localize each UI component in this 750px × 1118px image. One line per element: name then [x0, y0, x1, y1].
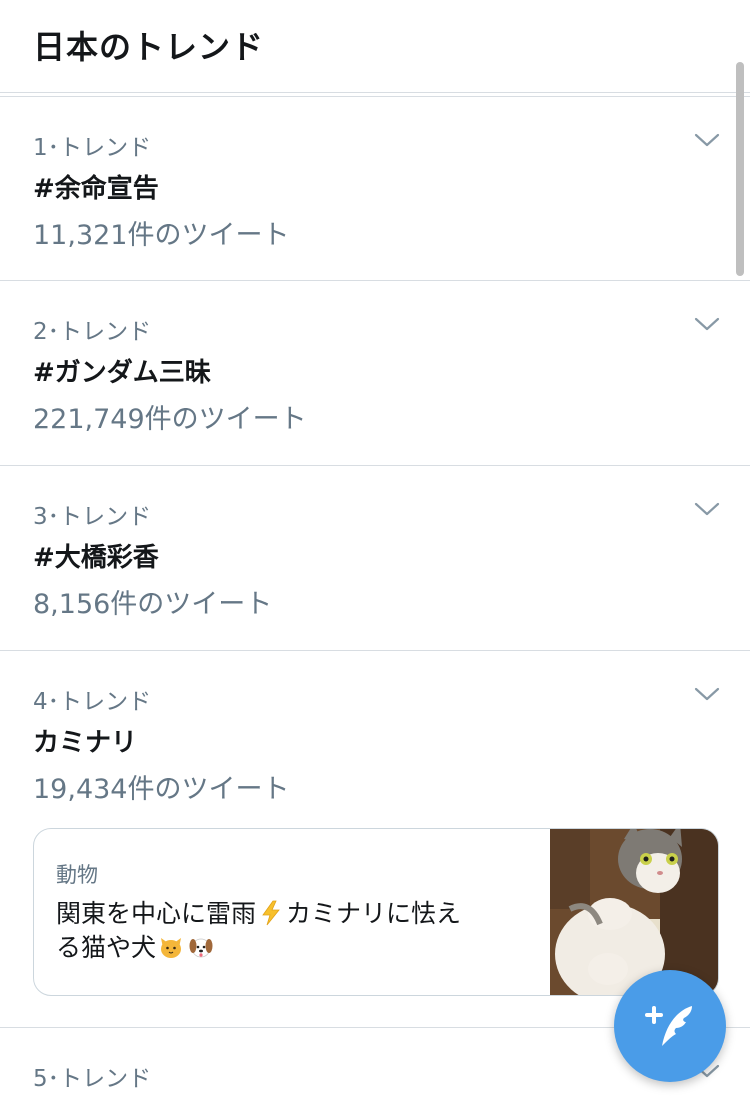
chevron-down-icon[interactable] — [694, 131, 720, 149]
trend-name[interactable]: カミナリ — [33, 722, 137, 759]
trend-rank-label: 1･トレンド — [33, 135, 152, 161]
moment-headline: 関東を中心に雷雨 カミナリに怯え る猫や犬 — [56, 897, 526, 965]
trend-tweet-count: 19,434件のツイート — [33, 774, 290, 805]
dog-face-emoji-icon — [189, 938, 213, 958]
trend-item-3[interactable]: 3･トレンド #大橋彩香 8,156件のツイート — [0, 466, 750, 651]
trend-rank-label: 5･トレンド — [33, 1066, 152, 1092]
moment-category: 動物 — [56, 863, 98, 887]
moment-headline-part: カミナリに怯え — [286, 899, 462, 928]
trend-tweet-count: 8,156件のツイート — [33, 589, 273, 620]
compose-feather-icon — [645, 1006, 692, 1046]
cat-face-emoji-icon — [161, 938, 182, 958]
trend-item-1[interactable]: 1･トレンド #余命宣告 11,321件のツイート — [0, 97, 750, 281]
trend-rank-label: 3･トレンド — [33, 504, 152, 530]
page-title: 日本のトレンド — [33, 28, 265, 66]
moment-headline-part: る猫や犬 — [56, 933, 157, 962]
lightning-emoji-icon — [262, 900, 280, 926]
page-header: 日本のトレンド — [0, 0, 750, 93]
moment-headline-part: 関東を中心に雷雨 — [56, 899, 257, 928]
trend-tweet-count: 11,321件のツイート — [33, 220, 290, 251]
trend-name[interactable]: #ガンダム三昧 — [33, 352, 211, 389]
trend-rank-label: 4･トレンド — [33, 689, 152, 715]
chevron-down-icon[interactable] — [694, 685, 720, 703]
trend-item-2[interactable]: 2･トレンド #ガンダム三昧 221,749件のツイート — [0, 281, 750, 466]
trend-tweet-count: 221,749件のツイート — [33, 404, 307, 435]
chevron-down-icon[interactable] — [694, 315, 720, 333]
chevron-down-icon[interactable] — [694, 500, 720, 518]
trend-name[interactable]: #余命宣告 — [33, 168, 159, 205]
compose-tweet-button[interactable] — [614, 970, 726, 1082]
trend-name[interactable]: #大橋彩香 — [33, 537, 159, 574]
trend-rank-label: 2･トレンド — [33, 319, 152, 345]
